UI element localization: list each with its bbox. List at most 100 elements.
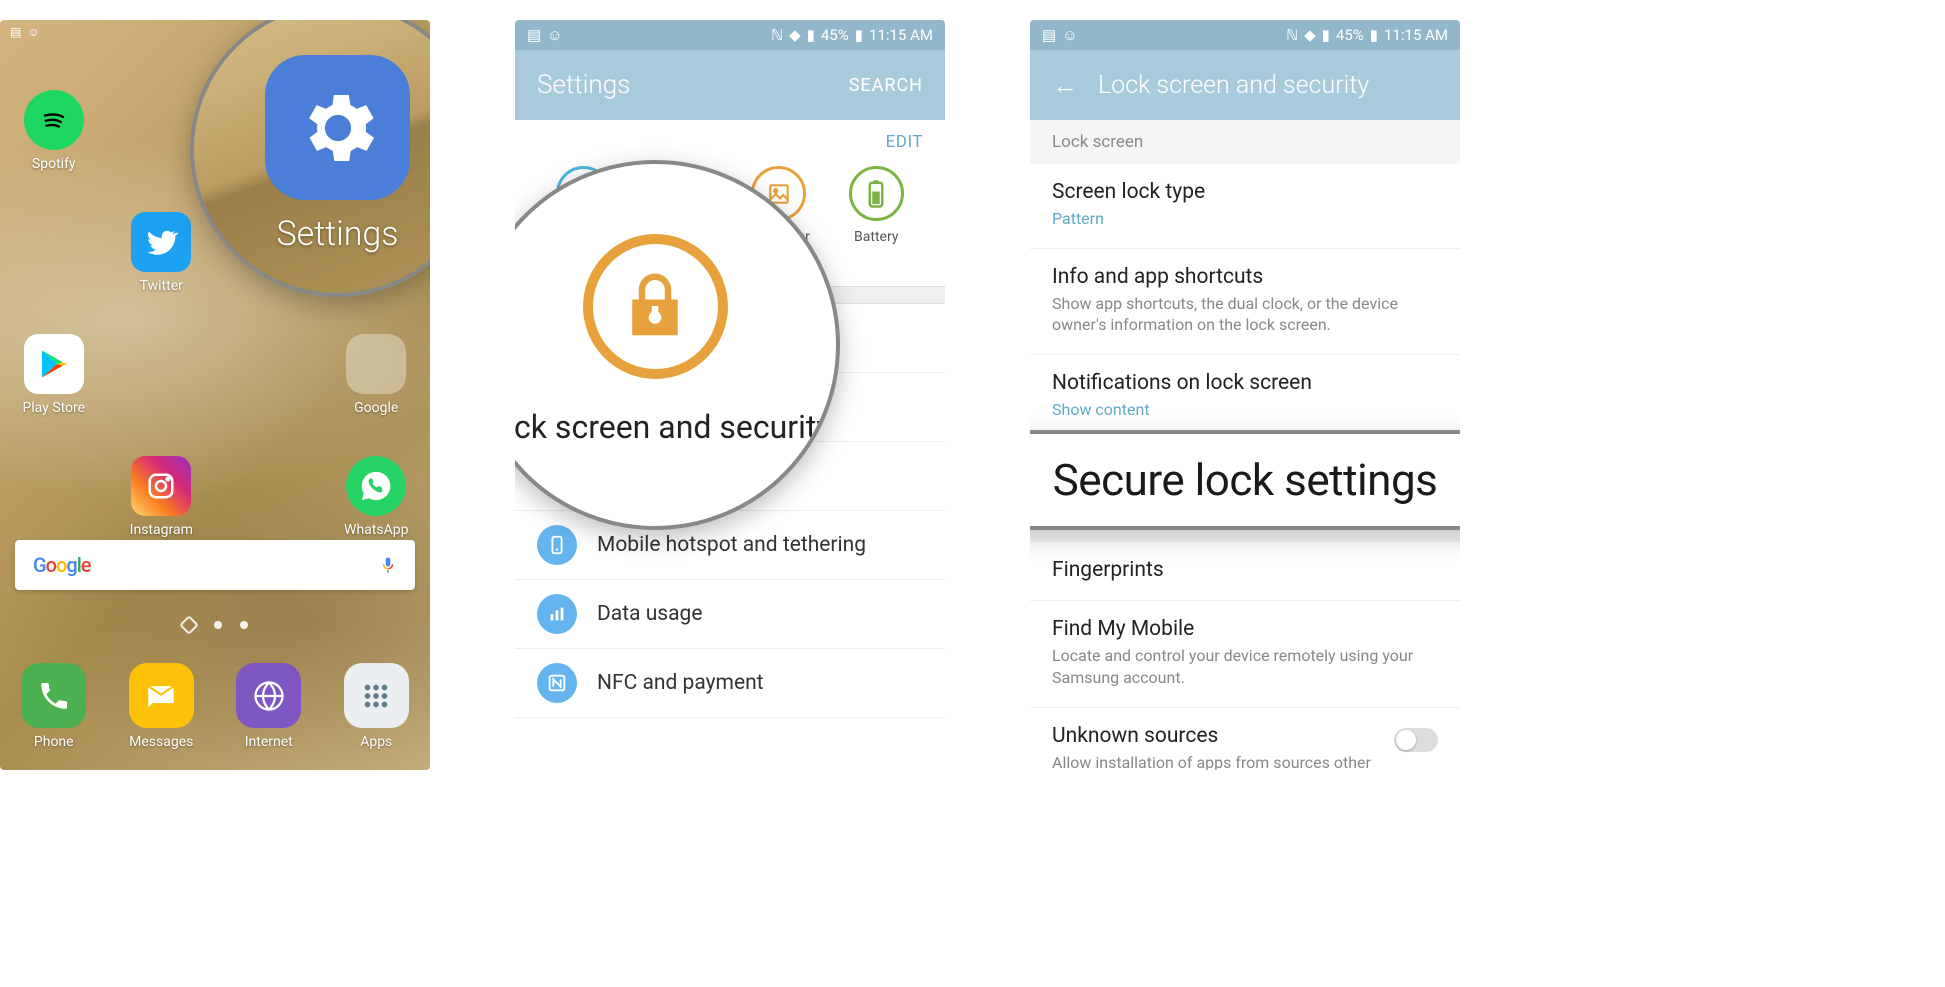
signal-icon: ▮ bbox=[807, 26, 815, 44]
item-title: Info and app shortcuts bbox=[1052, 265, 1438, 289]
clock: 11:15 AM bbox=[869, 26, 933, 44]
app-twitter[interactable]: Twitter bbox=[121, 212, 201, 294]
wifi-icon: ◆ bbox=[789, 26, 801, 44]
toggle-switch[interactable] bbox=[1394, 728, 1438, 752]
signal-icon: ▮ bbox=[1322, 26, 1330, 44]
page-title: Lock screen and security bbox=[1098, 71, 1369, 100]
app-play-store[interactable]: Play Store bbox=[14, 334, 94, 416]
dock-messages[interactable]: Messages bbox=[121, 663, 201, 750]
app-instagram[interactable]: Instagram bbox=[121, 456, 201, 538]
user-icon: ☺ bbox=[1062, 26, 1077, 44]
app-label: Google bbox=[354, 400, 398, 416]
item-subtitle: Allow installation of apps from sources … bbox=[1052, 752, 1384, 770]
search-button[interactable]: SEARCH bbox=[849, 75, 923, 96]
panel-lock-screen-security: ▤ ☺ ℕ ◆ ▮ 45% ▮ 11:15 AM ← Lock screen a… bbox=[1030, 20, 1460, 770]
google-logo: Google bbox=[33, 553, 91, 577]
page-header: ← Lock screen and security bbox=[1030, 50, 1460, 120]
item-notifications-lock-screen[interactable]: Notifications on lock screen Show conten… bbox=[1030, 355, 1460, 440]
microphone-icon[interactable] bbox=[379, 554, 397, 576]
app-label: Apps bbox=[360, 734, 392, 750]
item-unknown-sources[interactable]: Unknown sources Allow installation of ap… bbox=[1030, 708, 1460, 770]
instagram-icon bbox=[131, 456, 191, 516]
home-indicator-icon bbox=[179, 615, 199, 635]
app-label: Play Store bbox=[22, 400, 85, 416]
phone-icon bbox=[21, 663, 86, 728]
battery-icon: ▮ bbox=[1370, 26, 1378, 44]
twitter-icon bbox=[131, 212, 191, 272]
apps-grid-icon bbox=[344, 663, 409, 728]
dock-internet[interactable]: Internet bbox=[229, 663, 309, 750]
app-label: Spotify bbox=[32, 156, 76, 172]
hotspot-icon bbox=[537, 525, 577, 565]
app-label: Messages bbox=[129, 734, 193, 750]
app-google-folder[interactable]: Google bbox=[336, 334, 416, 416]
dock-apps[interactable]: Apps bbox=[336, 663, 416, 750]
app-label: Phone bbox=[34, 734, 74, 750]
edit-button[interactable]: EDIT bbox=[886, 132, 923, 152]
image-icon: ▤ bbox=[1042, 26, 1056, 44]
item-title: Fingerprints bbox=[1052, 558, 1438, 582]
image-icon: ▤ bbox=[10, 25, 21, 39]
settings-app-icon[interactable] bbox=[265, 55, 410, 200]
app-whatsapp[interactable]: WhatsApp bbox=[336, 456, 416, 538]
item-subtitle: Locate and control your device remotely … bbox=[1052, 645, 1438, 688]
edit-row: EDIT bbox=[515, 120, 945, 156]
nfc-icon: ℕ bbox=[771, 26, 783, 44]
app-label: Internet bbox=[245, 734, 293, 750]
row-label: Mobile hotspot and tethering bbox=[597, 533, 866, 557]
battery-percent: 45% bbox=[1336, 26, 1364, 44]
panel-settings: ▤ ☺ ℕ ◆ ▮ 45% ▮ 11:15 AM Settings SEARCH… bbox=[515, 20, 945, 770]
item-title: Unknown sources bbox=[1052, 724, 1384, 748]
item-subtitle: Pattern bbox=[1052, 208, 1438, 230]
data-usage-icon bbox=[537, 594, 577, 634]
dock: Phone Messages Internet Apps bbox=[0, 663, 430, 750]
dot-icon bbox=[240, 621, 248, 629]
image-icon: ▤ bbox=[527, 26, 541, 44]
spotify-icon bbox=[24, 90, 84, 150]
item-subtitle: Show content bbox=[1052, 399, 1438, 421]
user-icon: ☺ bbox=[547, 26, 562, 44]
settings-row-nfc[interactable]: NFC and payment bbox=[515, 649, 945, 718]
settings-header: Settings SEARCH bbox=[515, 50, 945, 120]
app-spotify[interactable]: Spotify bbox=[14, 90, 94, 172]
item-title: Find My Mobile bbox=[1052, 617, 1438, 641]
google-search-bar[interactable]: Google bbox=[15, 540, 415, 590]
clock: 11:15 AM bbox=[1384, 26, 1448, 44]
app-label: Twitter bbox=[140, 278, 183, 294]
item-title: Screen lock type bbox=[1052, 180, 1438, 204]
battery-percent: 45% bbox=[821, 26, 849, 44]
user-icon: ☺ bbox=[27, 25, 39, 39]
item-screen-lock-type[interactable]: Screen lock type Pattern bbox=[1030, 164, 1460, 249]
folder-icon bbox=[346, 334, 406, 394]
lock-icon-large[interactable] bbox=[583, 234, 728, 379]
battery-icon bbox=[849, 166, 904, 221]
item-find-my-mobile[interactable]: Find My Mobile Locate and control your d… bbox=[1030, 601, 1460, 707]
status-bar: ▤ ☺ ℕ ◆ ▮ 45% ▮ 11:15 AM bbox=[515, 20, 945, 50]
item-fingerprints[interactable]: Fingerprints bbox=[1030, 542, 1460, 601]
settings-row-data-usage[interactable]: Data usage bbox=[515, 580, 945, 649]
app-label: WhatsApp bbox=[344, 522, 408, 538]
row-label: NFC and payment bbox=[597, 671, 764, 695]
quick-label: Battery bbox=[854, 229, 898, 245]
magnifier-secure-lock-settings: Secure lock settings bbox=[1030, 430, 1460, 530]
status-bar: ▤ ☺ ℕ ◆ ▮ 45% ▮ 11:15 AM bbox=[1030, 20, 1460, 50]
messages-icon bbox=[129, 663, 194, 728]
settings-row-hotspot[interactable]: Mobile hotspot and tethering bbox=[515, 511, 945, 580]
magnifier-label: Settings bbox=[276, 214, 398, 254]
row-label: Data usage bbox=[597, 602, 702, 626]
page-title: Settings bbox=[537, 70, 630, 100]
section-header-lock-screen: Lock screen bbox=[1030, 120, 1460, 164]
pill-label: Secure lock settings bbox=[1053, 454, 1438, 506]
wifi-icon: ◆ bbox=[1304, 26, 1316, 44]
page-indicator bbox=[0, 621, 430, 635]
back-arrow-icon[interactable]: ← bbox=[1052, 70, 1078, 101]
item-info-shortcuts[interactable]: Info and app shortcuts Show app shortcut… bbox=[1030, 249, 1460, 355]
nfc-icon: ℕ bbox=[1286, 26, 1298, 44]
gear-icon bbox=[293, 83, 383, 173]
dot-icon bbox=[214, 621, 222, 629]
nfc-icon bbox=[537, 663, 577, 703]
dock-phone[interactable]: Phone bbox=[14, 663, 94, 750]
magnifier-label: Lock screen and security bbox=[515, 407, 831, 447]
quick-battery[interactable]: Battery bbox=[841, 166, 911, 261]
battery-icon: ▮ bbox=[855, 26, 863, 44]
